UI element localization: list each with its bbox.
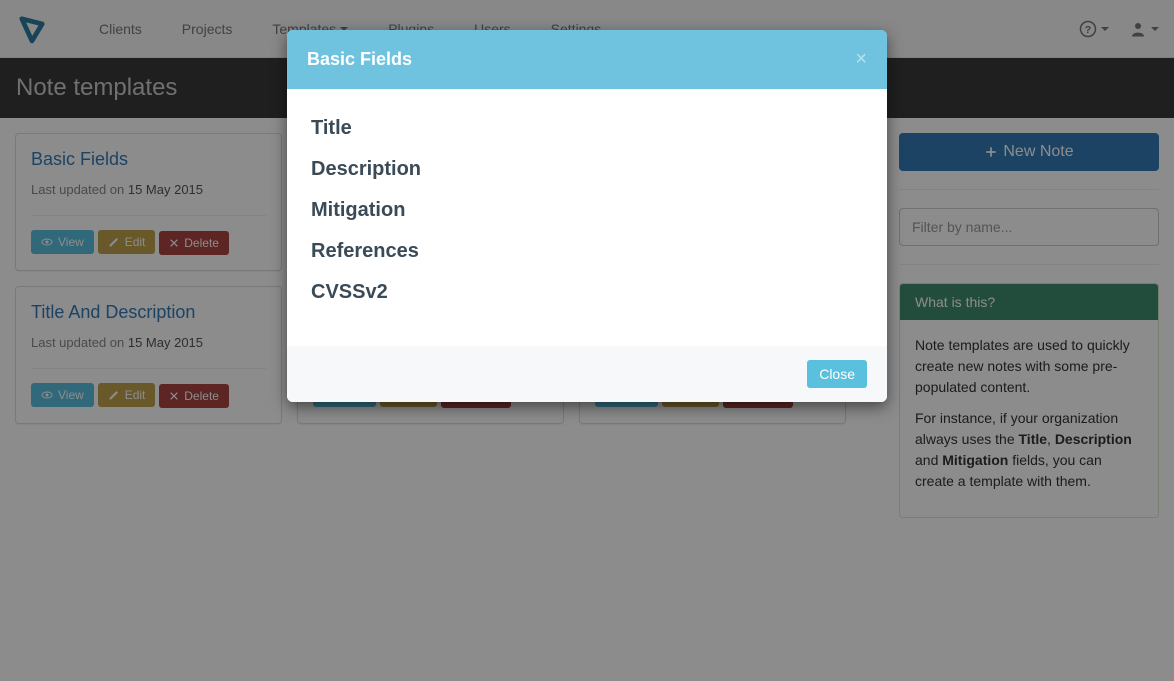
modal-title: Basic Fields bbox=[307, 49, 412, 70]
field-item: References bbox=[311, 240, 863, 263]
close-button[interactable]: Close bbox=[807, 360, 867, 388]
modal-body: Title Description Mitigation References … bbox=[287, 89, 887, 346]
field-item: Title bbox=[311, 117, 863, 140]
field-item: Mitigation bbox=[311, 199, 863, 222]
modal-overlay[interactable]: Basic Fields × Title Description Mitigat… bbox=[0, 0, 1174, 681]
close-icon[interactable]: × bbox=[855, 48, 867, 71]
field-item: Description bbox=[311, 158, 863, 181]
modal-footer: Close bbox=[287, 346, 887, 402]
field-item: CVSSv2 bbox=[311, 281, 863, 304]
modal-dialog: Basic Fields × Title Description Mitigat… bbox=[287, 30, 887, 402]
modal-header: Basic Fields × bbox=[287, 30, 887, 89]
